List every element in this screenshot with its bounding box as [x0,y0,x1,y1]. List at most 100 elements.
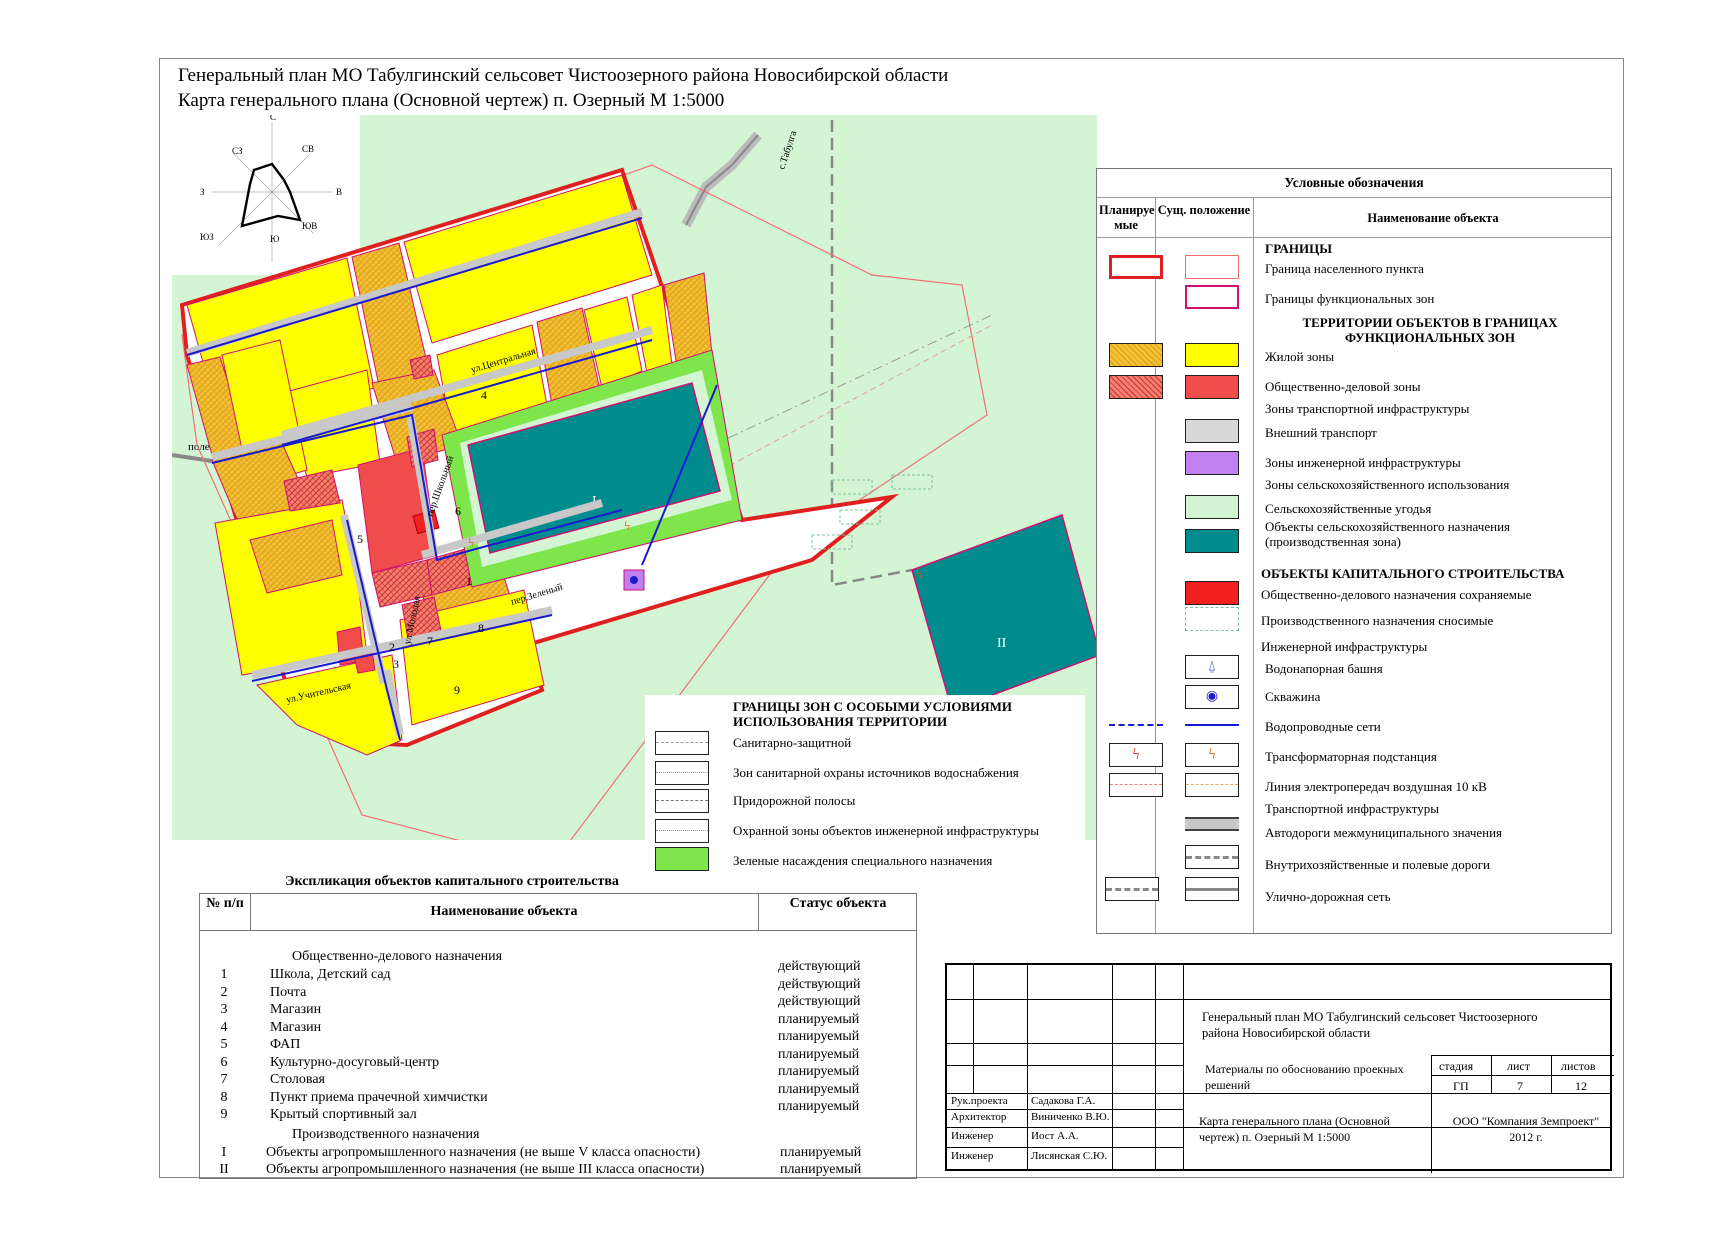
transformer-icon: ϟ [468,536,474,551]
stamp-sheets: 12 [1575,1079,1587,1093]
legend-street-net: Улично-дорожная сеть [1265,889,1391,904]
explication-row-status: планируемый [778,1011,860,1027]
explication-group: Производственного назначения [292,1127,480,1142]
legend-eng-infra: Инженерной инфраструктуры [1261,639,1428,654]
planned-power-line-icon [1109,773,1163,797]
legend-symbol [1185,451,1239,475]
page-subtitle: Карта генерального плана (Основной черте… [178,90,725,111]
stamp-person: Садакова Г.А. [1031,1095,1096,1107]
legend-transformer: Трансформаторная подстанция [1265,749,1437,764]
explication-col-name: Наименование объекта [430,904,578,919]
legend-transport-zone: Зоны транспортной инфраструктуры [1265,401,1470,416]
legend-col-planned: Планируе мые [1099,203,1155,232]
rose-se: ЮВ [302,221,317,231]
explication-row-num: 6 [220,1054,228,1070]
legend-water-tower: Водонапорная башня [1265,661,1383,676]
explication-row-status: планируемый [778,1046,860,1062]
legend-h-capital: ОБЪЕКТЫ КАПИТАЛЬНОГО СТРОИТЕЛЬСТВА [1261,566,1565,581]
explication-row-num: 9 [220,1107,228,1122]
explication-row-name: Пункт приема прачечной химчистки [270,1089,488,1105]
legend-symbol [1109,375,1163,399]
legend-symbol [1185,607,1239,631]
explication-row-name: Объекты агропромышленного назначения (не… [266,1162,705,1177]
explication-row-status: планируемый [778,1064,860,1079]
stamp-materials: Материалы по обоснованию проекных решени… [1205,1062,1404,1092]
explication-row-name: Почта [270,984,307,1000]
rose-ne: СВ [302,144,314,154]
object-number: 3 [393,657,399,671]
legend-symbol [1185,419,1239,443]
legend-ext-transport: Внешний транспорт [1265,425,1377,440]
explication-table: № п/п Наименование объекта Статус объект… [199,893,917,1179]
legend-water-net: Водопроводные сети [1265,719,1381,734]
object-number: 1 [466,574,472,588]
stamp-stage-header: стадия [1439,1059,1474,1073]
stamp-stage: ГП [1453,1079,1469,1093]
transformer-icon: ϟ [916,567,922,582]
explication-row-status: планируемый [780,1162,862,1177]
zone-item: Зон санитарной охраны источников водосна… [733,765,1019,780]
rose-w: З [200,187,205,197]
legend-roads-inter: Автодороги межмуниципального значения [1265,825,1503,840]
legend-col-existing: Сущ. положение [1157,203,1251,217]
planned-water-line-icon [1109,724,1163,726]
sanitary-zone-icon [655,731,709,755]
explication-row-name: Магазин [270,1002,322,1017]
legend-symbol [1109,343,1163,367]
inter-road-icon [1185,817,1239,831]
explication-row-status: действующий [778,976,861,992]
explication-col-num: № п/п [206,896,244,911]
legend-agri-zone: Зоны сельскохозяйственного использования [1265,477,1510,492]
well-icon: ◉ [1185,685,1239,709]
legend-h-borders: ГРАНИЦЫ [1265,241,1333,256]
planned-street-icon [1105,877,1159,901]
map-legend: Условные обозначения Планируе мые Сущ. п… [1096,168,1612,934]
legend-symbol [1185,285,1239,309]
green-zone-icon [655,847,709,871]
legend-public-kept: Общественно-делового назначения сохраняе… [1261,587,1532,602]
legend-symbol [1185,343,1239,367]
field-road-icon [1185,845,1239,869]
legend-title: Условные обозначения [1284,175,1424,190]
legend-eng-zone: Зоны инженерной инфраструктуры [1265,455,1461,470]
transformer-icon: ϟ [1185,743,1239,767]
explication-row-num: 5 [220,1037,228,1052]
explication-row-name: Школа, Детский сад [270,967,391,982]
explication-row-name: Магазин [270,1019,322,1035]
special-zones-legend: ГРАНИЦЫ ЗОН С ОСОБЫМИ УСЛОВИЯМИ ИСПОЛЬЗО… [645,695,1085,895]
explication-row-status: планируемый [778,1081,860,1097]
rose-sw: ЮЗ [200,232,214,242]
planned-transformer-icon: ϟ [1109,743,1163,767]
stamp-person: Лисянская С.Ю. [1031,1150,1108,1162]
zone-item: Санитарно-защитной [733,735,852,750]
legend-agri-land: Сельскохозяйственные угодья [1265,501,1432,516]
explication-row-status: планируемый [778,1099,860,1114]
water-tower-icon: ⍙ [1185,655,1239,679]
zone-item: Зеленые насаждения специального назначен… [733,853,993,868]
explication-row-num: 3 [220,1002,228,1017]
rose-e: В [336,187,342,197]
rose-n: С [270,115,276,122]
stamp-role: Инженер [951,1150,994,1162]
stamp-project: Генеральный план МО Табулгинский сельсов… [1202,1010,1538,1040]
object-number: 4 [481,388,487,402]
stamp-role: Рук.проекта [951,1095,1008,1107]
explication-row-name: Столовая [270,1072,325,1087]
power-line-icon [1185,773,1239,797]
legend-well: Скважина [1265,689,1321,704]
explication-row-num: 1 [220,967,228,982]
well-symbol [630,576,638,584]
transformer-icon: ϟ [624,519,630,534]
legend-h-territories: ТЕРРИТОРИИ ОБЪЕКТОВ В ГРАНИЦАХ ФУНКЦИОНА… [1302,315,1558,345]
legend-roads-field: Внутрихозяйственные и полевые дороги [1265,857,1490,872]
legend-symbol [1185,581,1239,605]
stamp-sheets-header: листов [1561,1059,1596,1073]
stamp-sheet: 7 [1517,1079,1523,1093]
explication-row-name: Объекты агропромышленного назначения (не… [266,1145,701,1160]
stamp-sheet-header: лист [1507,1059,1530,1073]
legend-func-zones: Границы функциональных зон [1265,291,1435,306]
explication-row-name: ФАП [270,1037,301,1052]
legend-symbol [1185,255,1239,279]
water-line-icon [1185,724,1239,726]
legend-col-name: Наименование объекта [1367,211,1499,225]
